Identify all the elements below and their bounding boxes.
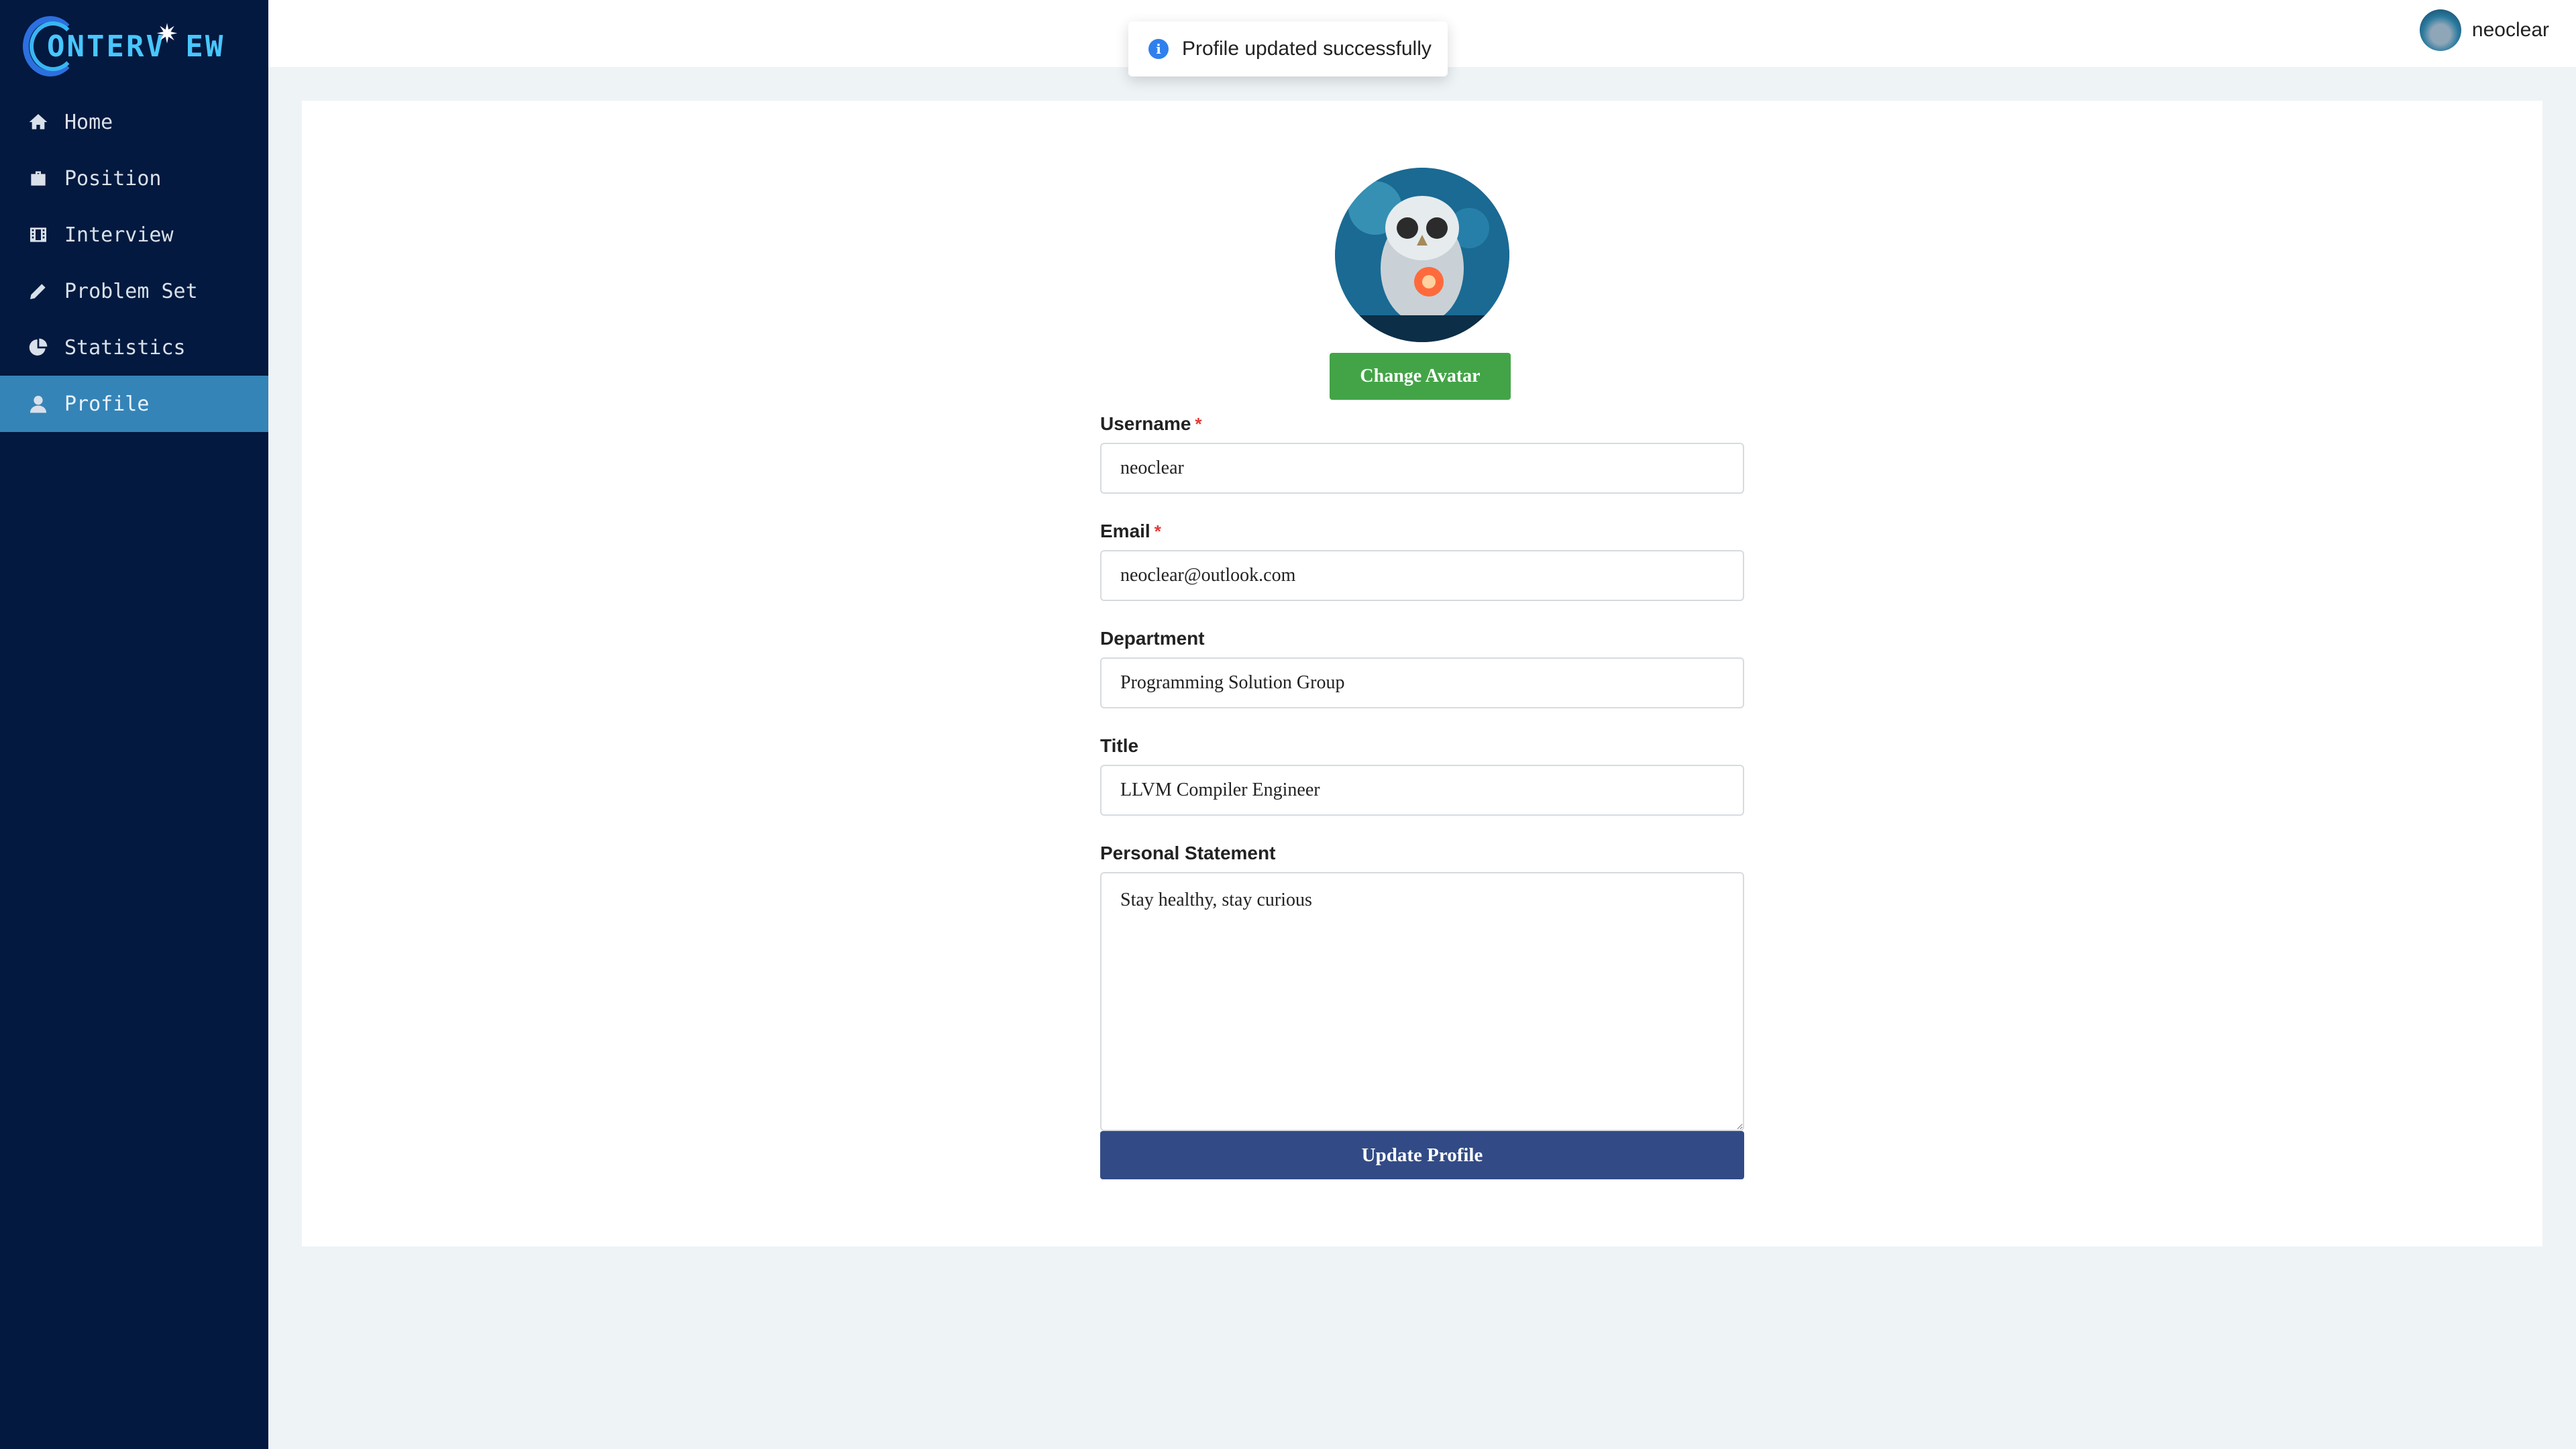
department-label: Department <box>1100 628 1205 649</box>
username-label-text: Username <box>1100 413 1191 434</box>
film-icon <box>27 223 50 246</box>
email-input[interactable] <box>1100 550 1744 601</box>
update-profile-button[interactable]: Update Profile <box>1100 1131 1744 1179</box>
logo-text: ONTERV EW <box>47 30 225 64</box>
sidebar-item-label: Statistics <box>64 335 186 360</box>
user-name: neoclear <box>2471 19 2549 41</box>
sidebar-item-statistics[interactable]: Statistics <box>0 319 268 376</box>
sidebar-item-profile[interactable]: Profile <box>0 376 268 432</box>
success-toast: i Profile updated successfully <box>1128 21 1448 76</box>
personal-statement-textarea[interactable]: Stay healthy, stay curious <box>1100 872 1744 1131</box>
sidebar-item-label: Position <box>64 166 162 191</box>
email-label-text: Email <box>1100 521 1150 541</box>
avatar[interactable] <box>2419 9 2461 51</box>
sidebar-item-label: Home <box>64 110 113 134</box>
required-mark: * <box>1195 414 1202 434</box>
profile-avatar <box>1335 168 1509 342</box>
home-icon <box>27 111 50 133</box>
info-icon: i <box>1148 39 1169 59</box>
username-field-group: Username * <box>1100 411 1744 494</box>
sidebar-item-problem-set[interactable]: Problem Set <box>0 263 268 319</box>
statement-field-group: Personal Statement Stay healthy, stay cu… <box>1100 840 1744 1134</box>
toast-message: Profile updated successfully <box>1182 38 1432 60</box>
pencil-icon <box>27 280 50 303</box>
sidebar-item-label: Problem Set <box>64 279 198 303</box>
personal-statement-label: Personal Statement <box>1100 843 1276 863</box>
profile-form: Username* Email* Department Title Person… <box>1100 411 1744 1159</box>
email-label: Email * <box>1100 518 1744 545</box>
email-field-group: Email * <box>1100 518 1744 601</box>
sidebar-item-position[interactable]: Position <box>0 150 268 207</box>
user-menu[interactable]: neoclear <box>2419 9 2549 51</box>
department-field-group: Department <box>1100 625 1744 708</box>
pie-chart-icon <box>27 336 50 359</box>
title-label: Title <box>1100 735 1139 756</box>
title-input[interactable] <box>1100 765 1744 816</box>
sidebar-item-label: Profile <box>64 392 150 416</box>
username-input[interactable] <box>1100 443 1744 494</box>
username-label: Username * <box>1100 411 1744 437</box>
department-input[interactable] <box>1100 657 1744 708</box>
change-avatar-button[interactable]: Change Avatar <box>1330 353 1511 400</box>
title-field-group: Title <box>1100 733 1744 816</box>
user-icon <box>27 392 50 415</box>
app-logo[interactable]: ONTERV EW ✷ <box>23 15 224 78</box>
sidebar-item-interview[interactable]: Interview <box>0 207 268 263</box>
lightbulb-icon: ✷ <box>156 19 178 49</box>
sidebar: ONTERV EW ✷ Home Position Interview Prob… <box>0 0 268 1449</box>
briefcase-icon <box>27 167 50 190</box>
sidebar-item-label: Interview <box>64 223 174 247</box>
sidebar-nav: Home Position Interview Problem Set Stat… <box>0 94 268 432</box>
sidebar-item-home[interactable]: Home <box>0 94 268 150</box>
required-mark: * <box>1154 521 1161 541</box>
